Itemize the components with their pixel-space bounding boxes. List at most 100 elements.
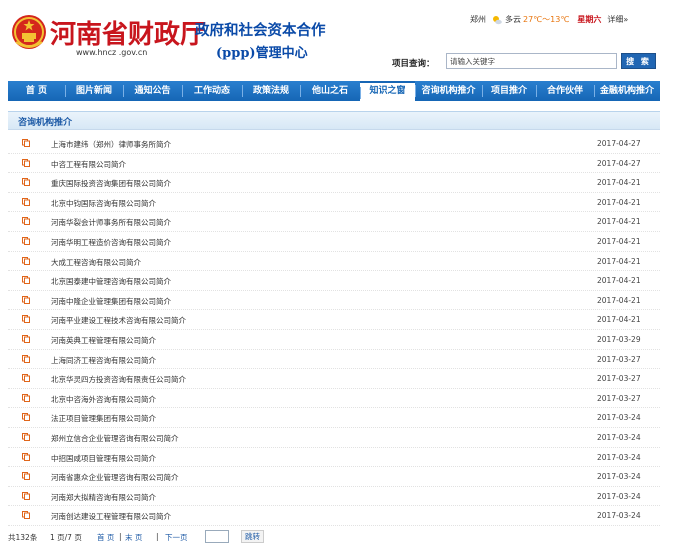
- list-item-title[interactable]: 中咨工程有限公司简介: [51, 159, 126, 170]
- list-item-title[interactable]: 河南中隆企业管理集团有限公司简介: [51, 296, 171, 307]
- list-item-title[interactable]: 郑州立信合企业管理咨询有限公司简介: [51, 433, 179, 444]
- list-item[interactable]: 上海市建纬（郑州）律师事务所简介 2017-04-27: [8, 134, 660, 154]
- list-item-date: 2017-04-21: [597, 178, 641, 188]
- main-nav: 首 页 图片新闻 通知公告 工作动态 政策法规 他山之石 知识之窗 咨询机构推介…: [8, 81, 660, 101]
- list-item-date: 2017-04-21: [597, 276, 641, 286]
- list-item-title[interactable]: 重庆国际投资咨询集团有限公司简介: [51, 178, 171, 189]
- list-item[interactable]: 河南平业建设工程技术咨询有限公司简介 2017-04-21: [8, 310, 660, 330]
- first-page-link[interactable]: 首 页: [97, 532, 114, 543]
- list-item[interactable]: 北京国泰建中管理咨询有限公司简介 2017-04-21: [8, 271, 660, 291]
- list-item[interactable]: 中咨工程有限公司简介 2017-04-27: [8, 154, 660, 174]
- document-bullet-icon: [22, 236, 30, 245]
- list-item[interactable]: 北京中钧国际咨询有限公司简介 2017-04-21: [8, 193, 660, 213]
- document-bullet-icon: [22, 139, 30, 147]
- list-item-date: 2017-03-24: [597, 511, 641, 521]
- list-item-date: 2017-03-27: [597, 393, 641, 403]
- page-number-input[interactable]: [205, 530, 229, 543]
- nav-item-consulting-agencies[interactable]: 咨询机构推介: [415, 81, 482, 101]
- list-item[interactable]: 河南中隆企业管理集团有限公司简介 2017-04-21: [8, 291, 660, 311]
- list-item[interactable]: 河南华明工程造价咨询有限公司简介 2017-04-21: [8, 232, 660, 252]
- partly-cloudy-icon: [493, 15, 502, 24]
- total-count: 共132条: [8, 533, 38, 542]
- section-title: 咨询机构推介: [18, 118, 73, 128]
- document-bullet-icon: [22, 158, 30, 167]
- list-item-date: 2017-03-27: [597, 374, 641, 384]
- list-item-title[interactable]: 河南郑大拟精咨询有限公司简介: [51, 492, 156, 503]
- list-item-title[interactable]: 河南英典工程管理有限公司简介: [51, 335, 156, 346]
- list-item-date: 2017-04-27: [597, 158, 641, 168]
- nav-item-projects[interactable]: 项目推介: [482, 81, 536, 101]
- list-item-title[interactable]: 中招国咸项目管理有限公司简介: [51, 453, 156, 464]
- list-item[interactable]: 中招国咸项目管理有限公司简介 2017-03-24: [8, 448, 660, 468]
- list-item-date: 2017-04-21: [597, 197, 641, 207]
- list-item-title[interactable]: 北京中咨海外咨询有限公司简介: [51, 394, 156, 405]
- weather-condition: 多云: [505, 15, 521, 24]
- list-item-date: 2017-04-21: [597, 236, 641, 246]
- list-item-title[interactable]: 上海同济工程咨询有限公司简介: [51, 355, 156, 366]
- jump-button[interactable]: 跳转: [241, 530, 264, 543]
- nav-item-photo-news[interactable]: 图片新闻: [65, 81, 123, 101]
- document-bullet-icon: [22, 334, 30, 343]
- list-item-date: 2017-03-29: [597, 334, 641, 344]
- list-item-date: 2017-04-21: [597, 315, 641, 325]
- pager-separator: |: [156, 532, 159, 541]
- list-item[interactable]: 河南郑大拟精咨询有限公司简介 2017-03-24: [8, 487, 660, 507]
- list-item-title[interactable]: 河南华裂会计师事务所有限公司简介: [51, 217, 171, 228]
- nav-item-financial-institutions[interactable]: 金融机构推介: [594, 81, 660, 101]
- nav-item-knowledge[interactable]: 知识之窗: [360, 81, 415, 101]
- list-item-date: 2017-04-21: [597, 217, 641, 227]
- weather-city: 郑州: [470, 15, 486, 24]
- list-item[interactable]: 北京中咨海外咨询有限公司简介 2017-03-27: [8, 389, 660, 409]
- document-bullet-icon: [22, 295, 30, 304]
- document-bullet-icon: [22, 178, 30, 187]
- nav-item-work-updates[interactable]: 工作动态: [182, 81, 242, 101]
- list-item[interactable]: 法正项目管理集团有限公司简介 2017-03-24: [8, 408, 660, 428]
- next-page-link[interactable]: 下一页: [165, 532, 188, 543]
- list-item[interactable]: 河南华裂会计师事务所有限公司简介 2017-04-21: [8, 212, 660, 232]
- document-bullet-icon: [22, 432, 30, 441]
- weather-widget: 郑州 多云 27℃～13℃ 星期六 详细»: [470, 14, 628, 25]
- list-item[interactable]: 河南英典工程管理有限公司简介 2017-03-29: [8, 330, 660, 350]
- search-button[interactable]: 搜 索: [621, 53, 656, 69]
- list-item-title[interactable]: 河南创达建设工程管理有限公司简介: [51, 511, 171, 522]
- list-item[interactable]: 河南省惠众企业管理咨询有限公司简介 2017-03-24: [8, 467, 660, 487]
- list-item[interactable]: 河南创达建设工程管理有限公司简介 2017-03-24: [8, 506, 660, 526]
- list-item-title[interactable]: 上海市建纬（郑州）律师事务所简介: [51, 139, 171, 150]
- section-divider: [8, 129, 660, 130]
- pagination: 共132条 1 页/7 页 首 页 | 末 页 | 下一页 跳转: [8, 530, 660, 544]
- list-item-title[interactable]: 大成工程咨询有限公司简介: [51, 257, 141, 268]
- list-item-date: 2017-04-21: [597, 256, 641, 266]
- list-item-title[interactable]: 法正项目管理集团有限公司简介: [51, 413, 156, 424]
- ppp-center-title: 政府和社会资本合作: [195, 22, 326, 39]
- weather-detail-link[interactable]: 详细»: [607, 14, 628, 25]
- list-item[interactable]: 北京华灵四方投资咨询有限责任公司简介 2017-03-27: [8, 369, 660, 389]
- article-list: 上海市建纬（郑州）律师事务所简介 2017-04-27 中咨工程有限公司简介 2017…: [8, 134, 660, 526]
- last-page-link[interactable]: 末 页: [125, 532, 142, 543]
- project-search-input[interactable]: [446, 53, 617, 69]
- list-item-title[interactable]: 河南华明工程造价咨询有限公司简介: [51, 237, 171, 248]
- section-header: 咨询机构推介: [8, 111, 660, 129]
- list-item[interactable]: 大成工程咨询有限公司简介 2017-04-21: [8, 252, 660, 272]
- document-bullet-icon: [22, 491, 30, 500]
- project-search-label: 项目查询：: [392, 59, 435, 69]
- national-emblem-icon: [12, 15, 46, 49]
- list-item[interactable]: 郑州立信合企业管理咨询有限公司简介 2017-03-24: [8, 428, 660, 448]
- nav-item-partners[interactable]: 合作伙伴: [536, 81, 594, 101]
- nav-item-home[interactable]: 首 页: [8, 81, 65, 101]
- nav-item-policies[interactable]: 政策法规: [242, 81, 300, 101]
- list-item-date: 2017-03-24: [597, 413, 641, 423]
- nav-item-notices[interactable]: 通知公告: [123, 81, 182, 101]
- list-item[interactable]: 上海同济工程咨询有限公司简介 2017-03-27: [8, 350, 660, 370]
- ppp-center-subtitle: (ppp)管理中心: [216, 46, 308, 61]
- document-bullet-icon: [22, 374, 30, 383]
- document-bullet-icon: [22, 315, 30, 324]
- list-item-title[interactable]: 北京国泰建中管理咨询有限公司简介: [51, 276, 171, 287]
- nav-item-case-studies[interactable]: 他山之石: [300, 81, 360, 101]
- list-item-date: 2017-03-24: [597, 452, 641, 462]
- list-item-title[interactable]: 北京中钧国际咨询有限公司简介: [51, 198, 156, 209]
- list-item-title[interactable]: 北京华灵四方投资咨询有限责任公司简介: [51, 374, 186, 385]
- list-item[interactable]: 重庆国际投资咨询集团有限公司简介 2017-04-21: [8, 173, 660, 193]
- list-item-title[interactable]: 河南省惠众企业管理咨询有限公司简介: [51, 472, 179, 483]
- list-item-title[interactable]: 河南平业建设工程技术咨询有限公司简介: [51, 315, 186, 326]
- site-title: 河南省财政厅: [50, 20, 207, 50]
